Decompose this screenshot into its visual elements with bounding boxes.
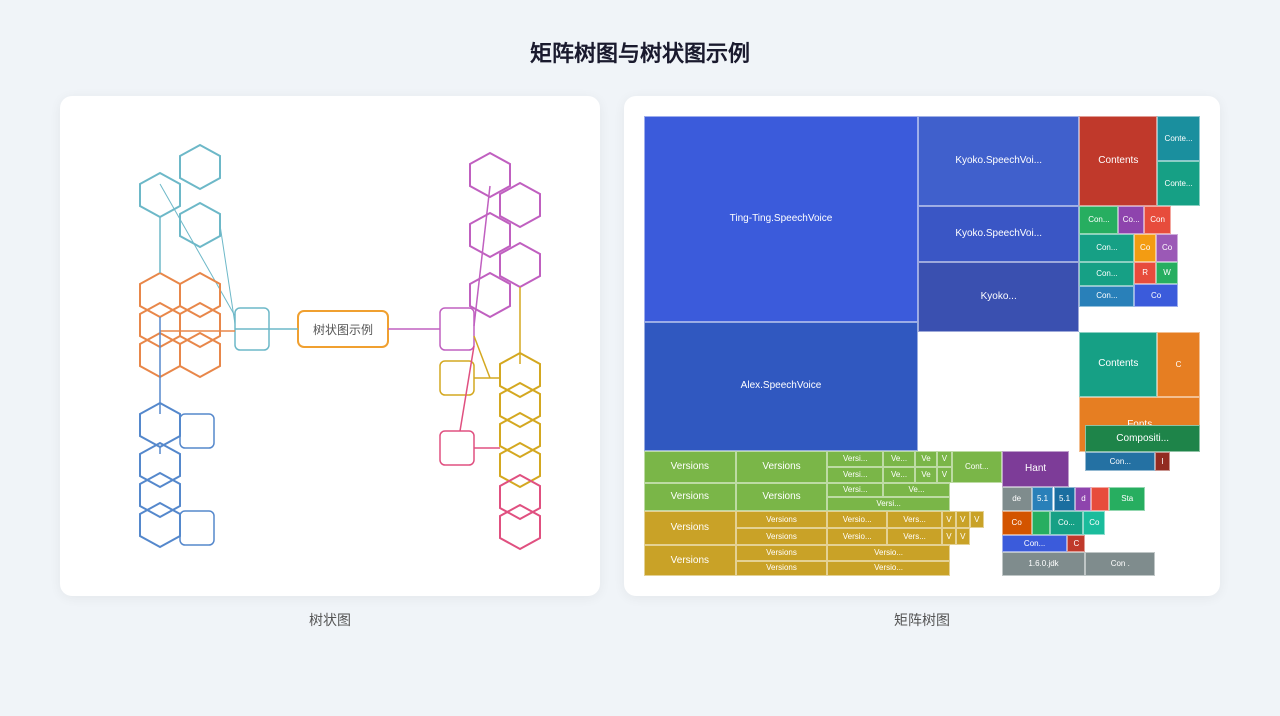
treemap-cell: Versions: [644, 451, 736, 484]
treemap-cell: V: [937, 467, 952, 483]
treemap-cell: Ve: [915, 451, 937, 467]
treemap-cell: Co...: [1118, 206, 1144, 233]
treemap-cell: Versio...: [827, 511, 887, 528]
treemap-cell: Versio...: [827, 545, 950, 560]
treemap-cell: V: [970, 511, 984, 528]
treemap-cell: d: [1075, 487, 1091, 511]
treemap-cell: Ve...: [883, 467, 915, 483]
treemap-cell: V: [942, 511, 956, 528]
treemap-cell: Versions: [736, 483, 828, 510]
treemap-diagram: Ting-Ting.SpeechVoiceKyoko.SpeechVoi...C…: [644, 116, 1200, 576]
treemap-cell: Conte...: [1157, 161, 1200, 206]
treemap-cell: Compositi...: [1085, 425, 1200, 452]
charts-row: 树状图示例: [60, 96, 1220, 596]
treemap-cell: Con...: [1079, 234, 1134, 262]
treemap-cell: 1.6.0.jdk: [1002, 552, 1086, 576]
treemap-cell: 5.1: [1054, 487, 1076, 511]
treemap-cell: 5.1: [1032, 487, 1054, 511]
treemap-cell: W: [1156, 262, 1178, 284]
treemap-cell: Co: [1083, 511, 1105, 535]
treemap-cell: V: [937, 451, 952, 467]
treemap-cell: Versions: [736, 528, 828, 545]
treemap-cell: Ve...: [883, 483, 950, 497]
treemap-cell: Con...: [1079, 286, 1134, 307]
treemap-cell: V: [956, 528, 970, 545]
treemap-cell: Co...: [1050, 511, 1084, 535]
treemap-cell: Con .: [1085, 552, 1155, 576]
treemap-cell: Versi...: [827, 467, 883, 483]
treemap-cell: Conte...: [1157, 116, 1200, 161]
treemap-cell: Alex.SpeechVoice: [644, 322, 918, 451]
treemap-cell: Versions: [736, 511, 828, 528]
treemap-cell: Con...: [1002, 535, 1068, 552]
treemap-cell: [1091, 487, 1109, 511]
treemap-cell: Kyoko.SpeechVoi...: [918, 116, 1079, 206]
treemap-cell: Versions: [736, 451, 828, 484]
treemap-cell: Versions: [644, 511, 736, 545]
treemap-cell: Co: [1134, 284, 1178, 306]
treemap-cell: Cont...: [952, 451, 1002, 484]
treemap-cell: C: [1067, 535, 1085, 552]
treemap-cell: Versions: [736, 545, 828, 560]
treemap-cell: de: [1002, 487, 1032, 511]
treemap-cell: Co: [1002, 511, 1032, 535]
treemap-cell: Sta: [1109, 487, 1145, 511]
treemap-cell: I: [1155, 452, 1170, 471]
treemap-cell: Hant: [1002, 451, 1070, 487]
treemap-cell: Co: [1156, 234, 1178, 262]
tree-label: 树状图: [60, 610, 600, 630]
treemap-cell: Vers...: [887, 528, 942, 545]
treemap-cell: V: [956, 511, 970, 528]
treemap-cell: Con...: [1079, 206, 1118, 233]
treemap-cell: Contents: [1079, 116, 1157, 206]
treemap-card: Ting-Ting.SpeechVoiceKyoko.SpeechVoi...C…: [624, 96, 1220, 596]
treemap-cell: Kyoko.SpeechVoi...: [918, 206, 1079, 262]
treemap-cell: V: [942, 528, 956, 545]
treemap-cell: [1032, 511, 1050, 535]
treemap-cell: Kyoko...: [918, 262, 1079, 332]
treemap-cell: Ting-Ting.SpeechVoice: [644, 116, 918, 322]
treemap-cell: Co: [1134, 234, 1156, 262]
treemap-cell: Contents: [1079, 332, 1157, 396]
treemap-cell: Versi...: [827, 451, 883, 467]
treemap-cell: Ve...: [883, 451, 915, 467]
treemap-cell: Versions: [736, 561, 828, 576]
treemap-label: 矩阵树图: [624, 610, 1220, 630]
treemap-cell: Versi...: [827, 497, 950, 511]
chart-labels-row: 树状图 矩阵树图: [60, 596, 1220, 630]
treemap-cell: Versio...: [827, 528, 887, 545]
treemap-cell: Con...: [1079, 262, 1134, 286]
treemap-cell: Versio...: [827, 561, 950, 576]
treemap-cell: Vers...: [887, 511, 942, 528]
treemap-cell: Versions: [644, 545, 736, 576]
treemap-cell: Versions: [644, 483, 736, 510]
page-title: 矩阵树图与树状图示例: [530, 36, 750, 68]
treemap-cell: C: [1157, 332, 1200, 396]
svg-text:树状图示例: 树状图示例: [313, 322, 373, 337]
treemap-cell: Ve: [915, 467, 937, 483]
treemap-cell: R: [1134, 262, 1156, 284]
tree-card: 树状图示例: [60, 96, 600, 596]
treemap-cell: Versi...: [827, 483, 883, 497]
tree-diagram: 树状图示例: [80, 116, 580, 576]
treemap-cell: Con: [1144, 206, 1171, 233]
treemap-cell: Con...: [1085, 452, 1155, 471]
